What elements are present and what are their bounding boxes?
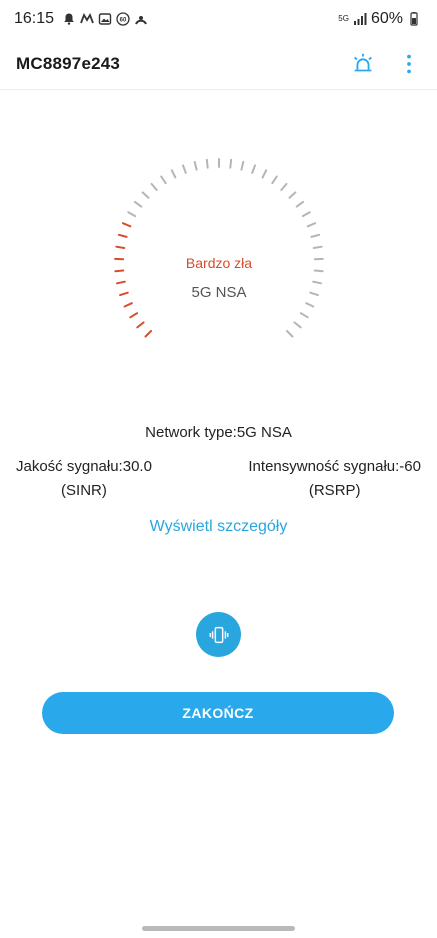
image-icon	[98, 12, 112, 26]
app-bar: MC8897e243	[0, 38, 437, 90]
sinr-metric: Jakość sygnału:30.0 (SINR)	[16, 455, 152, 503]
more-vert-icon[interactable]	[395, 50, 423, 78]
gauge-tick-active	[117, 233, 128, 238]
siren-icon[interactable]	[349, 50, 377, 78]
gauge-tick	[261, 169, 268, 179]
rsrp-unit: (RSRP)	[308, 482, 361, 499]
gauge-tick	[150, 182, 158, 191]
rsrp-metric: Intensywność sygnału:-60 (RSRP)	[248, 455, 421, 503]
gauge-tick	[295, 200, 305, 208]
gauge-tick	[193, 160, 198, 171]
gauge-tick	[293, 321, 302, 329]
sinr-value: Jakość sygnału:30.0	[16, 458, 152, 475]
rsrp-value: Intensywność sygnału:-60	[248, 458, 421, 475]
svg-text:60: 60	[120, 17, 127, 23]
gauge-tick	[310, 233, 321, 238]
signal-gauge: Bardzo zła 5G NSA	[104, 158, 334, 358]
signal-metrics: Jakość sygnału:30.0 (SINR) Intensywność …	[16, 455, 421, 503]
gauge-tick	[280, 182, 288, 191]
gauge-tick	[299, 312, 309, 319]
status-bar-left: 16:15 60	[14, 10, 148, 28]
gauge-tick	[305, 302, 315, 308]
status-bar-right: 5G 60%	[338, 10, 421, 28]
gauge-tick	[127, 211, 137, 218]
gauge-tick	[251, 164, 256, 174]
network-label: 5G	[338, 14, 349, 23]
battery-icon	[407, 12, 421, 26]
gauge-tick	[306, 222, 317, 228]
device-title: MC8897e243	[16, 53, 121, 73]
sinr-unit: (SINR)	[61, 482, 107, 499]
gauge-tick	[288, 191, 297, 199]
vibrate-icon	[209, 626, 228, 643]
bell-icon	[62, 12, 76, 26]
gauge-tick	[205, 158, 209, 169]
home-indicator[interactable]	[142, 926, 295, 931]
app-actions	[349, 50, 423, 78]
signal-icon	[353, 12, 367, 26]
gauge-tick	[182, 164, 187, 174]
battery-percent: 60%	[370, 10, 403, 27]
gauge-network-type: 5G NSA	[191, 284, 247, 301]
gauge-tick	[285, 329, 294, 338]
gauge-tick-active	[121, 222, 132, 228]
gauge-tick-active	[144, 329, 153, 338]
view-details-link[interactable]: Wyświetl szczegóły	[0, 518, 437, 536]
sixty-icon: 60	[116, 12, 130, 26]
gauge-tick	[240, 160, 245, 171]
arc-icon	[134, 12, 148, 26]
gauge-tick	[170, 169, 177, 179]
gauge-tick	[133, 200, 143, 208]
gauge-tick	[229, 158, 233, 169]
gauge-tick-active	[123, 302, 133, 308]
gauge-tick	[271, 175, 278, 185]
vibrate-button[interactable]	[196, 612, 241, 657]
maps-icon	[80, 12, 94, 26]
gauge-tick-active	[115, 245, 126, 249]
signal-quality-label: Bardzo zła	[185, 255, 253, 271]
gauge-tick-active	[136, 321, 145, 329]
gauge-tick	[160, 175, 167, 185]
status-time: 16:15	[14, 10, 55, 27]
end-button[interactable]: ZAKOŃCZ	[42, 692, 394, 734]
gauge-tick	[312, 245, 323, 249]
gauge-tick-active	[129, 312, 139, 319]
status-bar: 16:15 60 5G 60%	[0, 0, 437, 38]
network-type-text: Network type:5G NSA	[145, 424, 292, 441]
gauge-tick	[141, 191, 150, 199]
gauge-tick	[301, 211, 311, 218]
